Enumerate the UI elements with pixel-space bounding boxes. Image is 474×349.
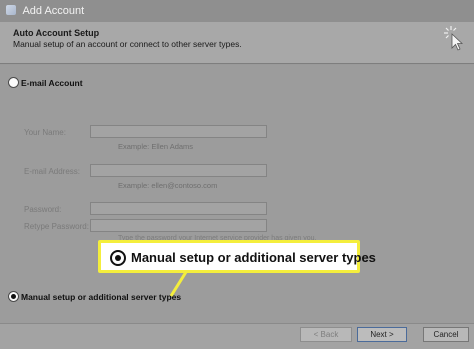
callout-zoom: Manual setup or additional server types — [98, 240, 376, 273]
cancel-button[interactable]: Cancel — [423, 327, 469, 342]
manual-setup-radio[interactable] — [8, 291, 19, 302]
email-address-field[interactable] — [90, 164, 267, 177]
your-name-example: Example: Ellen Adams — [118, 142, 194, 151]
manual-setup-label: Manual setup or additional server types — [21, 292, 182, 302]
email-account-label: E-mail Account — [21, 78, 83, 88]
next-button[interactable]: Next > — [357, 327, 407, 342]
password-field[interactable] — [90, 202, 267, 215]
your-name-label: Your Name: — [24, 128, 66, 137]
wizard-body — [0, 65, 474, 323]
password-label: Password: — [24, 205, 62, 214]
email-address-label: E-mail Address: — [24, 167, 81, 176]
retype-password-label: Retype Password: — [24, 222, 89, 231]
callout-radio-icon — [110, 250, 126, 266]
header-subtitle: Manual setup of an account or connect to… — [13, 39, 242, 49]
email-address-example: Example: ellen@contoso.com — [118, 181, 218, 190]
window-title: Add Account — [22, 5, 85, 17]
retype-password-field[interactable] — [90, 219, 267, 232]
back-button[interactable]: < Back — [300, 327, 352, 342]
header-title: Auto Account Setup — [13, 28, 100, 38]
email-account-radio[interactable] — [8, 77, 19, 88]
window-titlebar: Add Account — [0, 0, 474, 22]
callout-text: Manual setup or additional server types — [131, 250, 376, 265]
your-name-field[interactable] — [90, 125, 267, 138]
cursor-sparkle-icon — [444, 26, 464, 51]
app-icon — [6, 5, 16, 15]
